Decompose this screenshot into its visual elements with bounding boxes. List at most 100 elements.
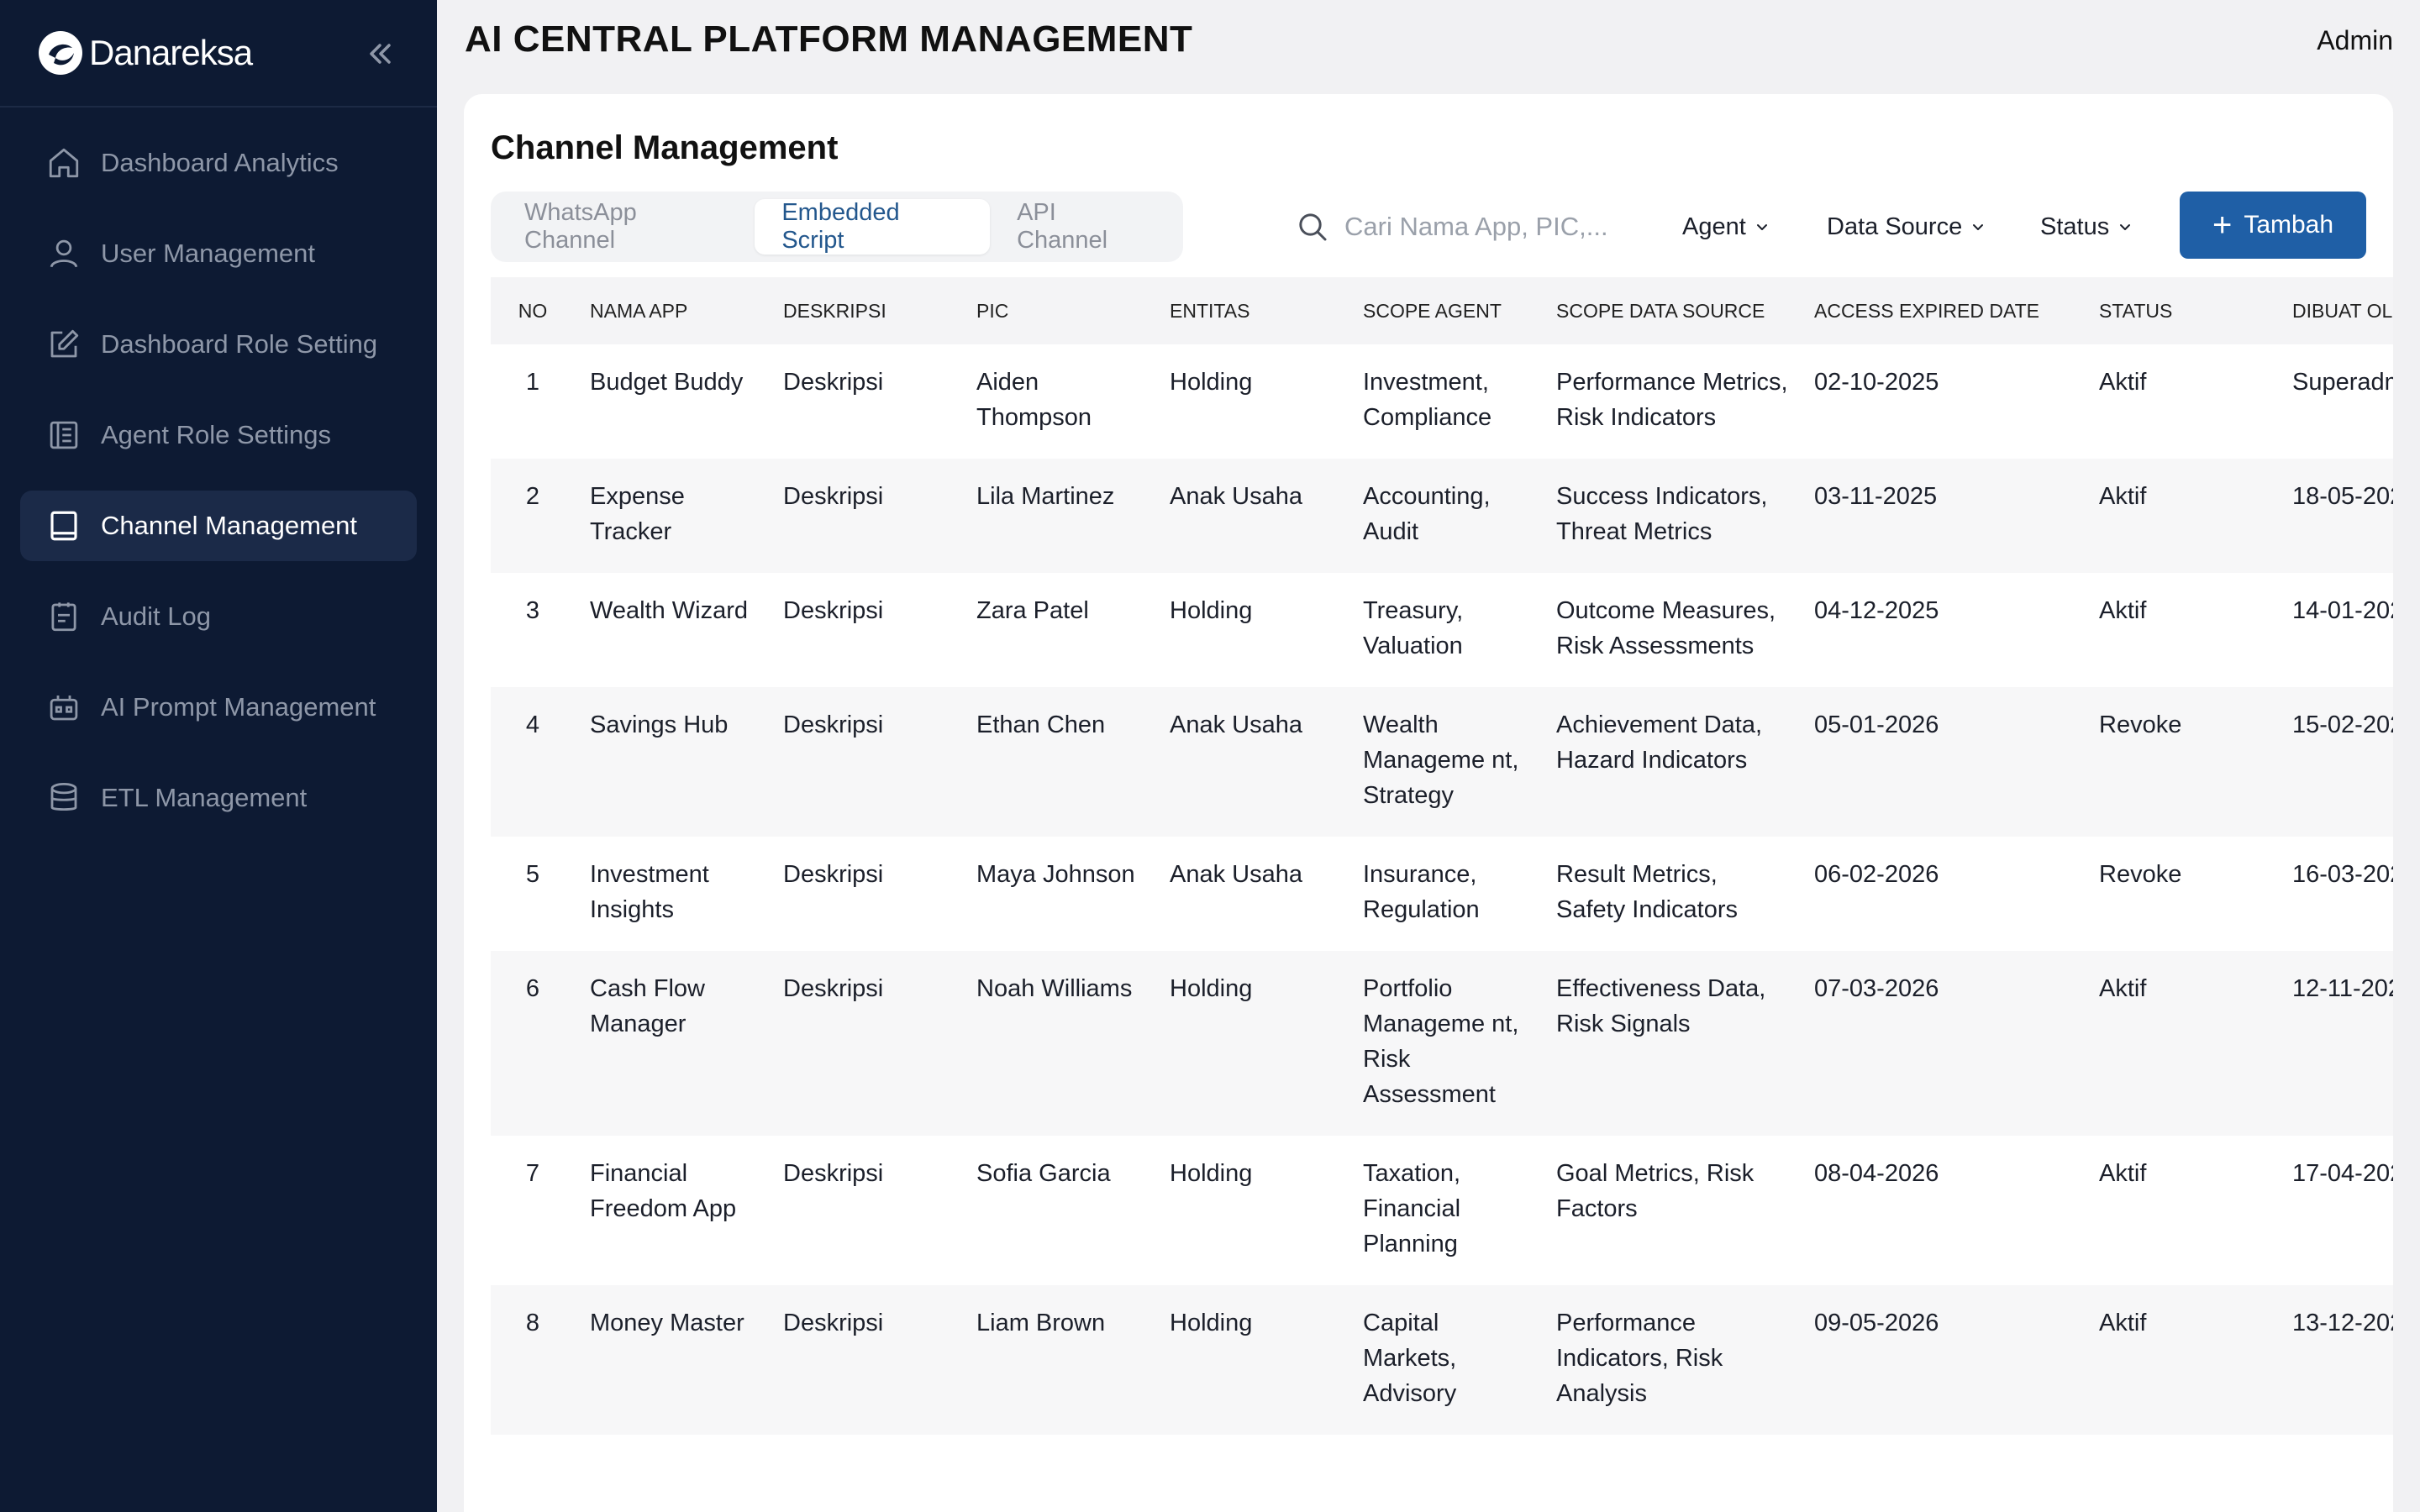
table-cell-deskripsi: Deskripsi — [768, 951, 961, 1136]
table-header-status: STATUS — [2084, 277, 2277, 344]
table-cell-entitas: Holding — [1155, 951, 1348, 1136]
table-cell-deskripsi: Deskripsi — [768, 1285, 961, 1435]
sidebar-item-label: User Management — [101, 239, 316, 268]
sidebar-item-etl-management[interactable]: ETL Management — [20, 763, 417, 833]
sidebar-item-label: AI Prompt Management — [101, 692, 376, 722]
table-cell-scope-data-source: Result Metrics, Safety Indicators — [1556, 861, 1738, 923]
tab-embedded-script[interactable]: Embedded Script — [755, 199, 991, 255]
channel-table-container[interactable]: NO NAMA APP DESKRIPSI PIC ENTITAS SCOPE AGENT… — [491, 277, 2393, 1435]
table-header-scope-agent: SCOPE AGENT — [1348, 277, 1541, 344]
table-row[interactable]: 4 Savings Hub Deskripsi Ethan Chen Anak Usah… — [491, 687, 2393, 837]
table-row[interactable]: 3 Wealth Wizard Deskripsi Zara Patel Holding… — [491, 573, 2393, 687]
database-icon — [45, 780, 82, 816]
table-cell-access-expired-date: 02-10-2025 — [1814, 369, 1939, 396]
table-cell-entitas: Anak Usaha — [1155, 459, 1348, 573]
robot-icon — [45, 689, 82, 726]
table-cell-dibuat-oleh: 14-01-2026 — [2292, 597, 2393, 624]
sidebar-item-channel-management[interactable]: Channel Management — [20, 491, 417, 561]
table-cell-no: 7 — [525, 1160, 540, 1187]
table-cell-no: 1 — [525, 369, 540, 396]
user-icon — [45, 235, 82, 272]
sidebar-item-agent-role-settings[interactable]: Agent Role Settings — [20, 400, 417, 470]
table-cell-entitas: Holding — [1170, 597, 1253, 624]
table-header-access-expired-date: ACCESS EXPIRED DATE — [1799, 277, 2084, 344]
table-cell-dibuat-oleh: 15-02-2026 — [2277, 687, 2393, 837]
brand-header: Danareksa — [0, 0, 437, 108]
chevron-down-icon — [1756, 224, 1767, 230]
sidebar-item-label: ETL Management — [101, 783, 308, 812]
table-cell-status: Aktif — [2084, 1285, 2277, 1435]
tab-api-channel[interactable]: API Channel — [990, 199, 1176, 255]
sidebar-item-audit-log[interactable]: Audit Log — [20, 581, 417, 652]
table-body: 1 Budget Buddy Deskripsi Aiden Thompson Hold… — [491, 344, 2393, 1435]
table-cell-no: 3 — [525, 597, 540, 624]
table-cell-scope-data-source: Performance Indicators, Risk Analysis — [1541, 1285, 1799, 1435]
add-button-label: Tambah — [2244, 211, 2334, 239]
table-cell-access-expired-date: 04-12-2025 — [1814, 597, 1939, 624]
table-row[interactable]: 7 Financial Freedom App Deskripsi Sofia Gar… — [491, 1136, 2393, 1285]
table-cell-no: 2 — [491, 459, 575, 573]
table-row[interactable]: 1 Budget Buddy Deskripsi Aiden Thompson Hold… — [491, 344, 2393, 459]
table-cell-status: Aktif — [2099, 1160, 2147, 1187]
table-cell-nama-app: Wealth Wizard — [590, 597, 749, 624]
sidebar-item-label: Channel Management — [101, 511, 358, 540]
sidebar-item-ai-prompt-management[interactable]: AI Prompt Management — [20, 672, 417, 743]
add-button[interactable]: + Tambah — [2180, 192, 2366, 259]
table-header-pic: PIC — [961, 277, 1155, 344]
table-cell-status: Aktif — [2084, 951, 2277, 1136]
table-cell-scope-data-source: Goal Metrics, Risk Factors — [1556, 1160, 1754, 1222]
table-cell-nama-app: Financial Freedom App — [590, 1160, 737, 1222]
sidebar-item-dashboard-analytics[interactable]: Dashboard Analytics — [20, 128, 417, 198]
table-header-scope-data-source: SCOPE DATA SOURCE — [1541, 277, 1799, 344]
sidebar-item-dashboard-role-setting[interactable]: Dashboard Role Setting — [20, 309, 417, 380]
search-input[interactable] — [1344, 212, 1630, 242]
table-cell-nama-app: Investment Insights — [590, 861, 709, 923]
table-cell-nama-app: Cash Flow Manager — [575, 951, 768, 1136]
table-cell-nama-app: Savings Hub — [575, 687, 768, 837]
table-cell-pic: Sofia Garcia — [976, 1160, 1111, 1187]
table-cell-scope-data-source: Achievement Data, Hazard Indicators — [1541, 687, 1799, 837]
table-header-no: NO — [491, 277, 575, 344]
table-cell-nama-app: Money Master — [575, 1285, 768, 1435]
sidebar-item-label: Dashboard Analytics — [101, 148, 339, 177]
table-header-dibuat-oleh: DIBUAT OLEH — [2277, 277, 2393, 344]
table-header-deskripsi: DESKRIPSI — [768, 277, 961, 344]
table-cell-pic: Noah Williams — [961, 951, 1155, 1136]
table-cell-access-expired-date: 07-03-2026 — [1799, 951, 2084, 1136]
table-cell-nama-app: Expense Tracker — [575, 459, 768, 573]
table-cell-scope-agent: Investment, Compliance — [1363, 369, 1492, 431]
table-cell-dibuat-oleh: 18-05-2026 — [2277, 459, 2393, 573]
table-cell-deskripsi: Deskripsi — [768, 459, 961, 573]
table-cell-status: Aktif — [2084, 459, 2277, 573]
data-source-filter-dropdown[interactable]: Data Source — [1827, 203, 1986, 250]
tab-whatsapp-channel[interactable]: WhatsApp Channel — [497, 199, 755, 255]
collapse-sidebar-button[interactable] — [361, 35, 398, 72]
table-row[interactable]: 6 Cash Flow Manager Deskripsi Noah Williams… — [491, 951, 2393, 1136]
table-cell-scope-data-source: Effectiveness Data, Risk Signals — [1541, 951, 1799, 1136]
table-cell-access-expired-date: 05-01-2026 — [1799, 687, 2084, 837]
table-cell-access-expired-date: 06-02-2026 — [1814, 861, 1939, 888]
brand-name: Danareksa — [89, 33, 253, 72]
status-filter-dropdown[interactable]: Status — [2040, 203, 2133, 250]
agent-filter-dropdown[interactable]: Agent — [1682, 203, 1770, 250]
channel-table: NO NAMA APP DESKRIPSI PIC ENTITAS SCOPE AGENT… — [491, 277, 2393, 1435]
user-menu[interactable]: Admin — [2317, 25, 2393, 56]
chevron-down-icon — [1973, 224, 1984, 230]
sidebar-item-label: Audit Log — [101, 601, 211, 631]
channel-management-card: Channel Management WhatsApp Channel Embe… — [464, 94, 2393, 1512]
table-cell-no: 6 — [491, 951, 575, 1136]
table-cell-no: 4 — [491, 687, 575, 837]
table-cell-scope-agent: Accounting, Audit — [1348, 459, 1541, 573]
table-row[interactable]: 8 Money Master Deskripsi Liam Brown Holding C… — [491, 1285, 2393, 1435]
table-cell-deskripsi: Deskripsi — [783, 861, 884, 888]
table-row[interactable]: 2 Expense Tracker Deskripsi Lila Martinez An… — [491, 459, 2393, 573]
table-cell-no: 8 — [491, 1285, 575, 1435]
sidebar-item-user-management[interactable]: User Management — [20, 218, 417, 289]
table-cell-entitas: Holding — [1170, 369, 1253, 396]
table-cell-access-expired-date: 03-11-2025 — [1799, 459, 2084, 573]
table-cell-status: Revoke — [2084, 687, 2277, 837]
table-row[interactable]: 5 Investment Insights Deskripsi Maya Johnso… — [491, 837, 2393, 951]
table-cell-pic: Lila Martinez — [961, 459, 1155, 573]
table-cell-deskripsi: Deskripsi — [783, 1160, 884, 1187]
table-cell-status: Aktif — [2099, 597, 2147, 624]
